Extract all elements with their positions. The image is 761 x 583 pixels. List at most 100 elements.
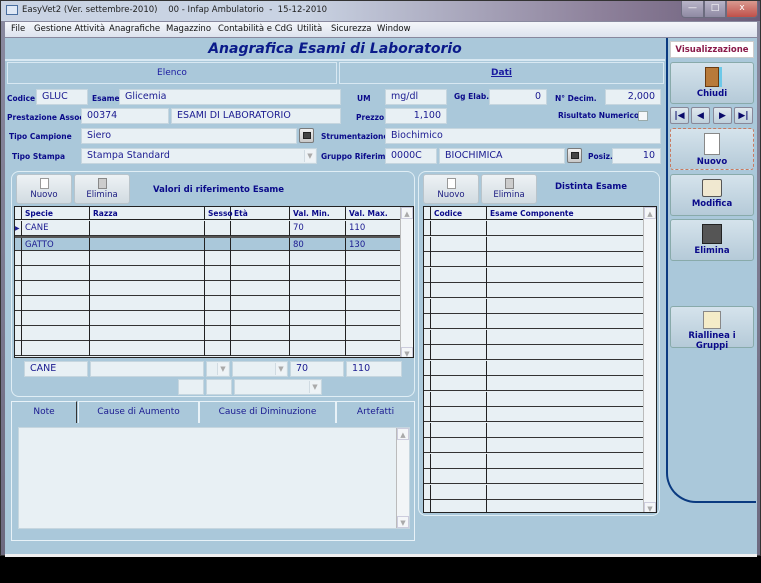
table-cell-min[interactable]: 70 <box>290 221 346 236</box>
nav-first-button[interactable]: |◀ <box>670 107 689 124</box>
table-row[interactable] <box>424 500 644 512</box>
chevron-down-icon[interactable]: ▼ <box>217 363 228 375</box>
table-cell-codice[interactable] <box>431 422 487 438</box>
edit-button[interactable]: Modifica <box>670 174 754 216</box>
col-val-max[interactable]: Val. Max. <box>346 207 401 220</box>
row-selector[interactable] <box>15 311 22 326</box>
table-cell-specie[interactable] <box>22 341 90 356</box>
table-row[interactable] <box>424 438 644 453</box>
table-cell-selector[interactable] <box>424 469 431 484</box>
table-cell-min[interactable] <box>290 281 346 296</box>
tab-cause-aumento[interactable]: Cause di Aumento <box>78 401 199 423</box>
table-row[interactable] <box>424 345 644 360</box>
col-razza[interactable]: Razza <box>90 207 205 220</box>
nav-prev-button[interactable]: ◀ <box>691 107 710 124</box>
codice-field[interactable]: GLUC <box>36 89 88 105</box>
table-cell-eta[interactable] <box>231 341 290 356</box>
tab-artefatti[interactable]: Artefatti <box>336 401 415 423</box>
col-sesso[interactable]: Sesso <box>205 207 233 220</box>
table-cell-selector[interactable] <box>424 314 431 329</box>
nav-next-button[interactable]: ▶ <box>713 107 732 124</box>
table-row[interactable] <box>15 266 401 281</box>
table-cell-sesso[interactable] <box>205 266 231 281</box>
table-cell-esame-componente[interactable] <box>487 438 644 453</box>
table-cell-selector[interactable] <box>424 360 431 376</box>
table-cell-min[interactable] <box>290 326 346 341</box>
table-cell-codice[interactable] <box>431 267 487 283</box>
table-cell-esame-componente[interactable] <box>487 345 644 360</box>
nav-last-button[interactable]: ▶| <box>734 107 753 124</box>
table-row[interactable] <box>424 407 644 422</box>
table-row[interactable] <box>424 360 644 376</box>
tipo-campione-field[interactable]: Siero <box>81 128 297 144</box>
table-cell-selector[interactable] <box>424 329 431 345</box>
table-cell-max[interactable] <box>346 341 401 356</box>
col-eta[interactable]: Età <box>231 207 290 220</box>
ref-new-button[interactable]: Nuovo <box>16 174 72 204</box>
scroll-up-icon[interactable]: ▲ <box>397 428 409 440</box>
table-cell-selector[interactable] <box>424 500 431 512</box>
table-cell-selector[interactable] <box>424 298 431 314</box>
maximize-button[interactable]: □ <box>704 1 726 18</box>
table-cell-max[interactable] <box>346 266 401 281</box>
table-row[interactable] <box>424 469 644 484</box>
table-cell-codice[interactable] <box>431 345 487 360</box>
posiz-field[interactable]: 10 <box>612 148 661 164</box>
col-esame-componente[interactable]: Esame Componente <box>487 207 644 220</box>
tab-elenco[interactable]: Elenco <box>7 62 337 84</box>
gruppo-desc-field[interactable]: BIOCHIMICA <box>439 148 565 164</box>
tipo-stampa-dropdown[interactable]: Stampa Standard ▼ <box>81 148 317 164</box>
table-cell-min[interactable] <box>290 266 346 281</box>
tipo-campione-picker-button[interactable] <box>299 128 314 143</box>
table-cell-codice[interactable] <box>431 298 487 314</box>
table-row[interactable] <box>424 422 644 438</box>
table-cell-selector[interactable] <box>424 438 431 453</box>
table-cell-max[interactable] <box>346 281 401 296</box>
table-cell-sesso[interactable] <box>205 311 231 326</box>
table-row[interactable]: ▶ CANE 70 110 <box>15 221 401 236</box>
table-row[interactable] <box>424 236 644 252</box>
table-cell-codice[interactable] <box>431 252 487 267</box>
table-cell-codice[interactable] <box>431 453 487 469</box>
edit-sesso-dropdown[interactable]: ▼ <box>206 361 230 377</box>
table-cell-esame-componente[interactable] <box>487 484 644 500</box>
table-cell-esame-componente[interactable] <box>487 469 644 484</box>
edit-razza-field[interactable] <box>90 361 204 377</box>
minimize-button[interactable]: — <box>681 1 704 18</box>
table-cell-selector[interactable] <box>424 345 431 360</box>
table-cell-esame-componente[interactable] <box>487 407 644 422</box>
n-decim-field[interactable]: 2,000 <box>605 89 661 105</box>
table-cell-codice[interactable] <box>431 376 487 391</box>
table-row[interactable]: GATTO 80 130 <box>15 236 401 253</box>
esame-field[interactable]: Glicemia <box>119 89 341 105</box>
gruppo-code-field[interactable]: 0000C <box>385 148 437 164</box>
table-cell-specie[interactable] <box>22 281 90 296</box>
tab-note[interactable]: Note <box>11 401 77 423</box>
chevron-down-icon[interactable]: ▼ <box>309 381 320 393</box>
row-selector[interactable] <box>15 281 22 296</box>
table-cell-esame-componente[interactable] <box>487 236 644 252</box>
table-cell-codice[interactable] <box>431 283 487 298</box>
table-row[interactable] <box>15 281 401 296</box>
um-field[interactable]: mg/dl <box>385 89 447 105</box>
table-cell-codice[interactable] <box>431 314 487 329</box>
row-selector[interactable] <box>15 296 22 311</box>
menu-magazzino[interactable]: Magazzino <box>166 24 211 34</box>
col-codice[interactable]: Codice <box>431 207 487 220</box>
edit-specie-field[interactable]: CANE <box>24 361 88 377</box>
close-window-button[interactable]: x <box>726 1 758 18</box>
edit-val-min-field[interactable]: 70 <box>290 361 344 377</box>
table-cell-esame-componente[interactable] <box>487 329 644 345</box>
realign-groups-button[interactable]: Riallinea i Gruppi <box>670 306 754 351</box>
table-cell-razza[interactable] <box>90 296 205 311</box>
table-cell-max[interactable] <box>346 296 401 311</box>
table-row[interactable] <box>15 251 401 266</box>
table-cell-esame-componente[interactable] <box>487 283 644 298</box>
table-cell-razza[interactable] <box>90 311 205 326</box>
table-cell-specie[interactable] <box>22 326 90 341</box>
notes-textarea[interactable]: ▲ ▼ <box>18 427 410 529</box>
chevron-down-icon[interactable]: ▼ <box>304 150 315 162</box>
table-row[interactable] <box>424 376 644 391</box>
table-cell-razza[interactable] <box>90 221 205 236</box>
table-cell-selector[interactable] <box>424 484 431 500</box>
